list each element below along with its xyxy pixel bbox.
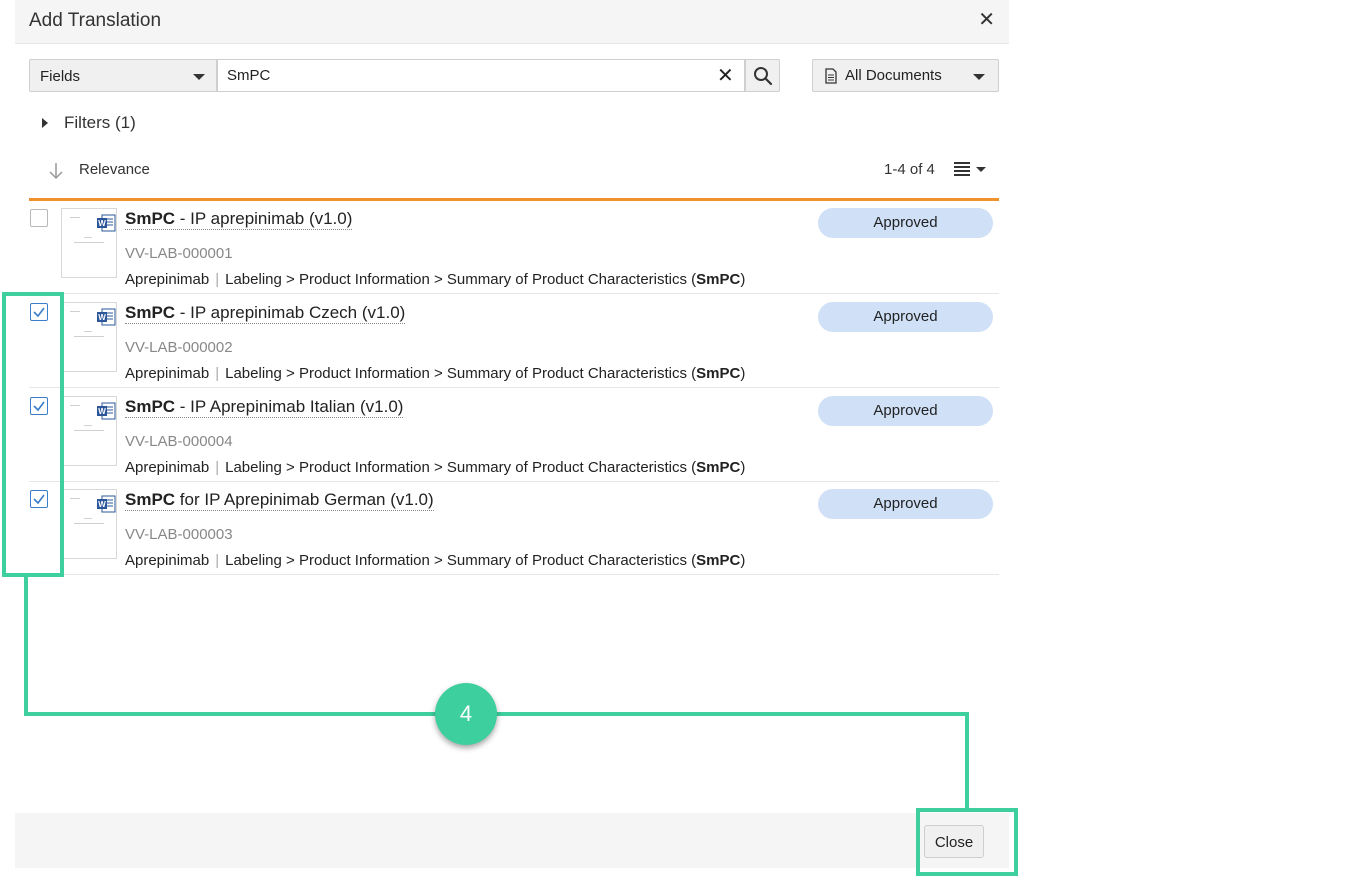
view-toggle[interactable] — [954, 158, 990, 180]
checkmark-icon — [33, 494, 45, 505]
list-view-icon — [954, 162, 970, 176]
dialog-footer — [15, 813, 1009, 868]
filters-toggle[interactable]: Filters (1) — [42, 113, 136, 133]
search-button[interactable] — [745, 59, 780, 92]
sort-bar: Relevance 1-4 of 4 — [29, 156, 999, 184]
search-scope-select[interactable]: Fields — [29, 59, 217, 92]
result-row[interactable]: W SmPC for IP Aprepinimab German (v1.0) … — [29, 482, 999, 575]
step-number-badge: 4 — [435, 683, 497, 745]
document-thumbnail[interactable]: W — [61, 208, 117, 278]
dialog-header: Add Translation ✕ — [15, 0, 1009, 44]
search-scope-label: Fields — [40, 68, 81, 85]
chevron-down-icon — [976, 167, 986, 172]
document-title-link[interactable]: SmPC - IP aprepinimab Czech (v1.0) — [125, 303, 406, 324]
result-row[interactable]: W SmPC - IP aprepinimab Czech (v1.0) VV-… — [29, 295, 999, 388]
document-number: VV-LAB-000004 — [125, 433, 233, 450]
result-row[interactable]: W SmPC - IP aprepinimab (v1.0) VV-LAB-00… — [29, 201, 999, 294]
row-checkbox[interactable] — [30, 209, 48, 227]
checkmark-icon — [33, 307, 45, 318]
search-input[interactable] — [217, 59, 745, 92]
status-badge: Approved — [818, 302, 993, 332]
svg-text:W: W — [98, 407, 106, 416]
chevron-right-icon — [42, 118, 48, 128]
search-bar: Fields ✕ All Documents — [29, 59, 999, 94]
arrow-down-icon[interactable] — [48, 162, 64, 180]
word-document-icon: W — [97, 214, 116, 232]
result-row[interactable]: W SmPC - IP Aprepinimab Italian (v1.0) V… — [29, 389, 999, 482]
result-count: 1-4 of 4 — [884, 161, 935, 178]
row-checkbox[interactable] — [30, 303, 48, 321]
clear-icon[interactable]: ✕ — [717, 64, 734, 88]
row-checkbox[interactable] — [30, 490, 48, 508]
document-type-label: All Documents — [845, 67, 942, 84]
word-document-icon: W — [97, 495, 116, 513]
document-number: VV-LAB-000003 — [125, 526, 233, 543]
checkmark-icon — [33, 401, 45, 412]
document-thumbnail[interactable]: W — [61, 302, 117, 372]
svg-text:W: W — [98, 313, 106, 322]
add-translation-dialog: Add Translation ✕ Fields ✕ All Documents — [15, 0, 1009, 868]
search-icon — [754, 67, 773, 86]
chevron-down-icon — [193, 74, 205, 80]
document-number: VV-LAB-000001 — [125, 245, 233, 262]
document-meta: Aprepinimab | Labeling > Product Informati… — [125, 271, 746, 288]
document-icon — [825, 68, 837, 84]
status-badge: Approved — [818, 489, 993, 519]
svg-text:W: W — [98, 500, 106, 509]
close-icon[interactable]: ✕ — [978, 9, 995, 31]
filters-label: Filters (1) — [64, 113, 136, 132]
document-type-select[interactable]: All Documents — [812, 59, 999, 92]
status-badge: Approved — [818, 208, 993, 238]
document-number: VV-LAB-000002 — [125, 339, 233, 356]
document-title-link[interactable]: SmPC - IP Aprepinimab Italian (v1.0) — [125, 397, 404, 418]
document-meta: Aprepinimab | Labeling > Product Informati… — [125, 365, 746, 382]
sort-label[interactable]: Relevance — [79, 161, 150, 178]
document-meta: Aprepinimab | Labeling > Product Informati… — [125, 552, 746, 569]
status-badge: Approved — [818, 396, 993, 426]
chevron-down-icon — [973, 74, 985, 80]
close-button[interactable]: Close — [924, 825, 984, 858]
document-thumbnail[interactable]: W — [61, 396, 117, 466]
row-checkbox[interactable] — [30, 397, 48, 415]
document-meta: Aprepinimab | Labeling > Product Informati… — [125, 459, 746, 476]
document-title-link[interactable]: SmPC for IP Aprepinimab German (v1.0) — [125, 490, 434, 511]
dialog-title: Add Translation — [29, 10, 162, 31]
document-thumbnail[interactable]: W — [61, 489, 117, 559]
word-document-icon: W — [97, 402, 116, 420]
document-title-link[interactable]: SmPC - IP aprepinimab (v1.0) — [125, 209, 353, 230]
word-document-icon: W — [97, 308, 116, 326]
svg-text:W: W — [98, 219, 106, 228]
